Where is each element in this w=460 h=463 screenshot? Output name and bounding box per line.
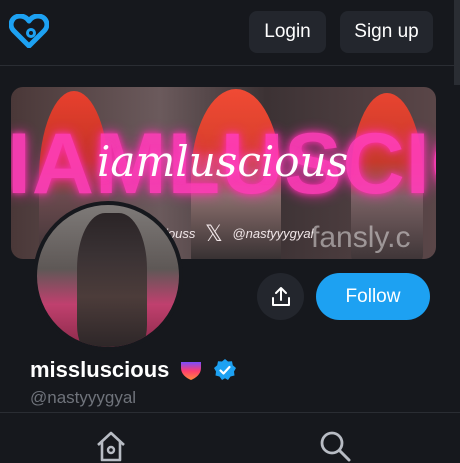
profile-name-row: missluscious <box>30 357 237 383</box>
x-logo-icon: 𝕏 <box>205 221 223 246</box>
banner-script-text: iamluscious <box>97 137 349 186</box>
login-button[interactable]: Login <box>249 11 326 53</box>
display-name: missluscious <box>30 357 170 382</box>
fansly-heart-logo-icon[interactable] <box>9 14 49 48</box>
gradient-shield-badge-icon <box>181 362 202 380</box>
home-icon[interactable] <box>94 429 128 463</box>
share-button[interactable] <box>257 273 304 320</box>
avatar-figure <box>77 213 147 347</box>
share-icon <box>271 286 290 306</box>
follow-button[interactable]: Follow <box>316 273 430 320</box>
verified-badge-icon <box>214 359 237 380</box>
username: @nastyyygyal <box>30 388 137 407</box>
banner-watermark: fansly.c <box>311 221 411 254</box>
top-bar: Login Sign up <box>0 0 460 66</box>
bottom-nav <box>0 412 460 463</box>
avatar[interactable] <box>33 201 183 351</box>
signup-button[interactable]: Sign up <box>340 11 433 53</box>
scrollbar[interactable] <box>454 0 460 85</box>
banner-handle-right: @nastyyygyal <box>232 226 314 241</box>
search-icon[interactable] <box>318 429 352 463</box>
